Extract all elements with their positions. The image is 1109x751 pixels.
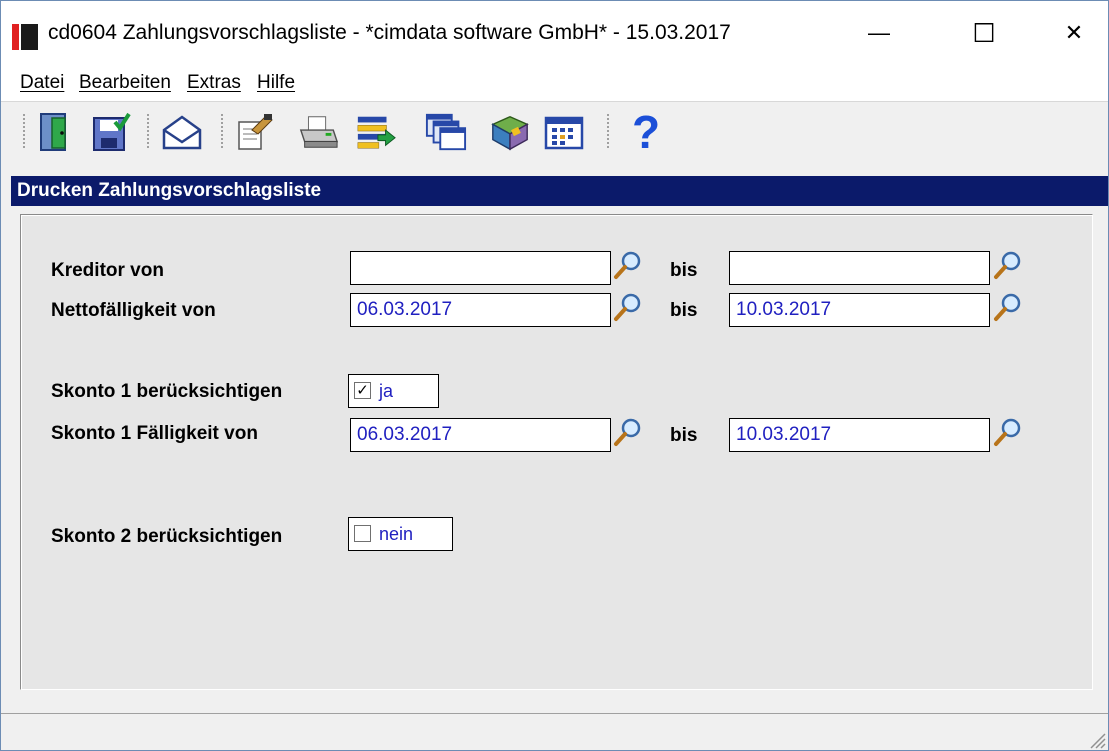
- skonto1-faellig-label: Skonto 1 Fälligkeit von: [51, 423, 258, 444]
- list-transfer-icon[interactable]: [355, 108, 397, 156]
- properties-icon[interactable]: [233, 108, 275, 156]
- application-window: cd0604 Zahlungsvorschlagsliste - *cimdat…: [0, 0, 1109, 751]
- menu-datei[interactable]: Datei: [20, 72, 64, 94]
- calendar-grid-icon[interactable]: [543, 108, 585, 156]
- netto-from-input[interactable]: 06.03.2017: [350, 293, 611, 327]
- skonto1-value: ja: [379, 381, 394, 401]
- skonto2-value: nein: [379, 524, 414, 544]
- toolbar: ?: [1, 101, 1108, 164]
- netto-bis-label: bis: [670, 300, 698, 321]
- skonto1-checkbox[interactable]: ✓: [354, 382, 371, 399]
- skonto1-to-search-icon[interactable]: [993, 417, 1023, 447]
- kreditor-from-input[interactable]: [350, 251, 611, 285]
- skonto1-label: Skonto 1 berücksichtigen: [51, 381, 283, 402]
- menu-bearbeiten[interactable]: Bearbeiten: [79, 72, 171, 94]
- print-form: Kreditor von bis Nettofälligkeit von 06.…: [20, 214, 1093, 690]
- title-bar[interactable]: cd0604 Zahlungsvorschlagsliste - *cimdat…: [1, 1, 1108, 64]
- netto-label: Nettofälligkeit von: [51, 300, 216, 321]
- netto-from-search-icon[interactable]: [613, 292, 643, 322]
- skonto1-to-input[interactable]: 10.03.2017: [729, 418, 990, 452]
- windows-stack-icon[interactable]: [425, 108, 467, 156]
- resize-grip-icon[interactable]: [1088, 731, 1106, 749]
- book-tag-icon[interactable]: [489, 108, 531, 156]
- printer-icon[interactable]: [297, 108, 339, 156]
- skonto2-label: Skonto 2 berücksichtigen: [51, 526, 283, 547]
- kreditor-label: Kreditor von: [51, 260, 164, 281]
- app-logo-icon[interactable]: [12, 24, 38, 50]
- netto-to-search-icon[interactable]: [993, 292, 1023, 322]
- menu-extras[interactable]: Extras: [187, 72, 241, 94]
- exit-door-icon[interactable]: [35, 108, 77, 156]
- kreditor-bis-label: bis: [670, 260, 698, 281]
- menu-bar: Datei Bearbeiten Extras Hilfe: [1, 64, 1108, 101]
- panel-header: Drucken Zahlungsvorschlagsliste: [11, 176, 1108, 206]
- window-title: cd0604 Zahlungsvorschlagsliste - *cimdat…: [48, 21, 731, 44]
- minimize-button[interactable]: —: [856, 11, 902, 55]
- toolbar-separator: [23, 114, 25, 150]
- skonto2-checkbox[interactable]: [354, 525, 371, 542]
- skonto1-bis-label: bis: [670, 425, 698, 446]
- toolbar-separator: [221, 114, 223, 150]
- toolbar-separator: [607, 114, 609, 150]
- skonto1-checkbox-field[interactable]: ✓ ja: [348, 374, 439, 408]
- skonto1-from-search-icon[interactable]: [613, 417, 643, 447]
- status-bar: [1, 713, 1108, 750]
- maximize-button[interactable]: ☐: [961, 11, 1007, 55]
- email-envelope-icon[interactable]: [161, 108, 203, 156]
- help-question-icon[interactable]: ?: [625, 106, 667, 158]
- skonto2-checkbox-field[interactable]: nein: [348, 517, 453, 551]
- kreditor-to-input[interactable]: [729, 251, 990, 285]
- skonto1-from-input[interactable]: 06.03.2017: [350, 418, 611, 452]
- close-button[interactable]: ✕: [1051, 11, 1097, 55]
- toolbar-separator: [147, 114, 149, 150]
- save-disk-icon[interactable]: [90, 108, 132, 156]
- kreditor-from-search-icon[interactable]: [613, 250, 643, 280]
- kreditor-to-search-icon[interactable]: [993, 250, 1023, 280]
- netto-to-input[interactable]: 10.03.2017: [729, 293, 990, 327]
- menu-hilfe[interactable]: Hilfe: [257, 72, 295, 94]
